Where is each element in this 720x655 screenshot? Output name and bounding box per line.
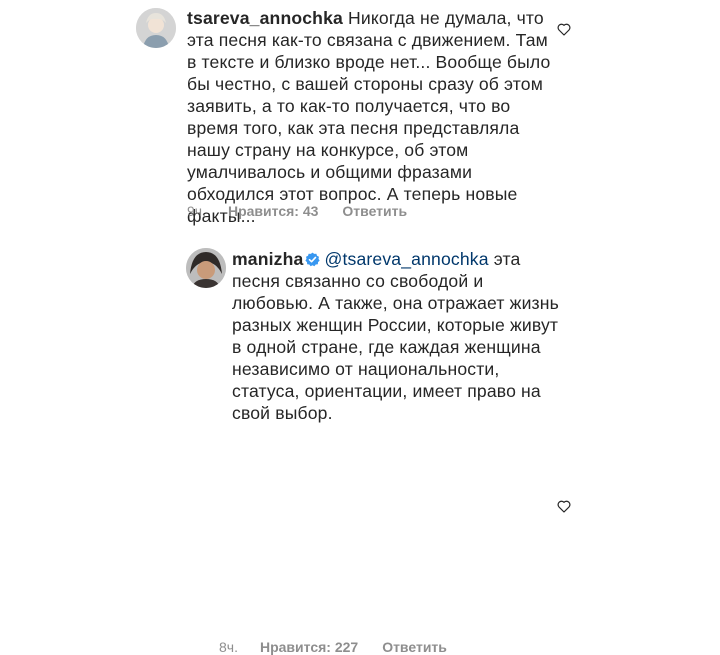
reply-button[interactable]: Ответить [342,203,407,219]
comment-time[interactable]: 8ч. [219,639,238,655]
comment-meta: 8ч. Нравится: 227 Ответить [219,639,471,655]
comment-username[interactable]: tsareva_annochka [187,8,343,28]
verified-badge-icon [305,252,321,267]
heart-outline-icon [557,500,571,513]
comment-meta: 9ч. Нравится: 43 Ответить [187,203,431,219]
avatar[interactable] [186,248,226,288]
user-avatar-icon [136,8,176,48]
like-button[interactable] [556,498,572,519]
comment-text: эта песня связанно со свободой и любовью… [232,249,559,423]
heart-outline-icon [557,23,571,36]
avatar[interactable] [136,8,176,48]
user-avatar-icon [186,248,226,288]
comment-time[interactable]: 9ч. [187,203,206,219]
likes-count[interactable]: Нравится: 43 [228,203,318,219]
mention-link[interactable]: @tsareva_annochka [324,249,488,269]
like-button[interactable] [556,21,572,42]
comment-text: Никогда не думала, что эта песня как-то … [187,8,551,226]
reply-button[interactable]: Ответить [382,639,447,655]
likes-count[interactable]: Нравится: 227 [260,639,358,655]
comment-username[interactable]: manizha [232,249,303,269]
comment-body: manizha @tsareva_annochka эта песня связ… [232,248,562,424]
comment-body: tsareva_annochka Никогда не думала, что … [187,7,557,227]
